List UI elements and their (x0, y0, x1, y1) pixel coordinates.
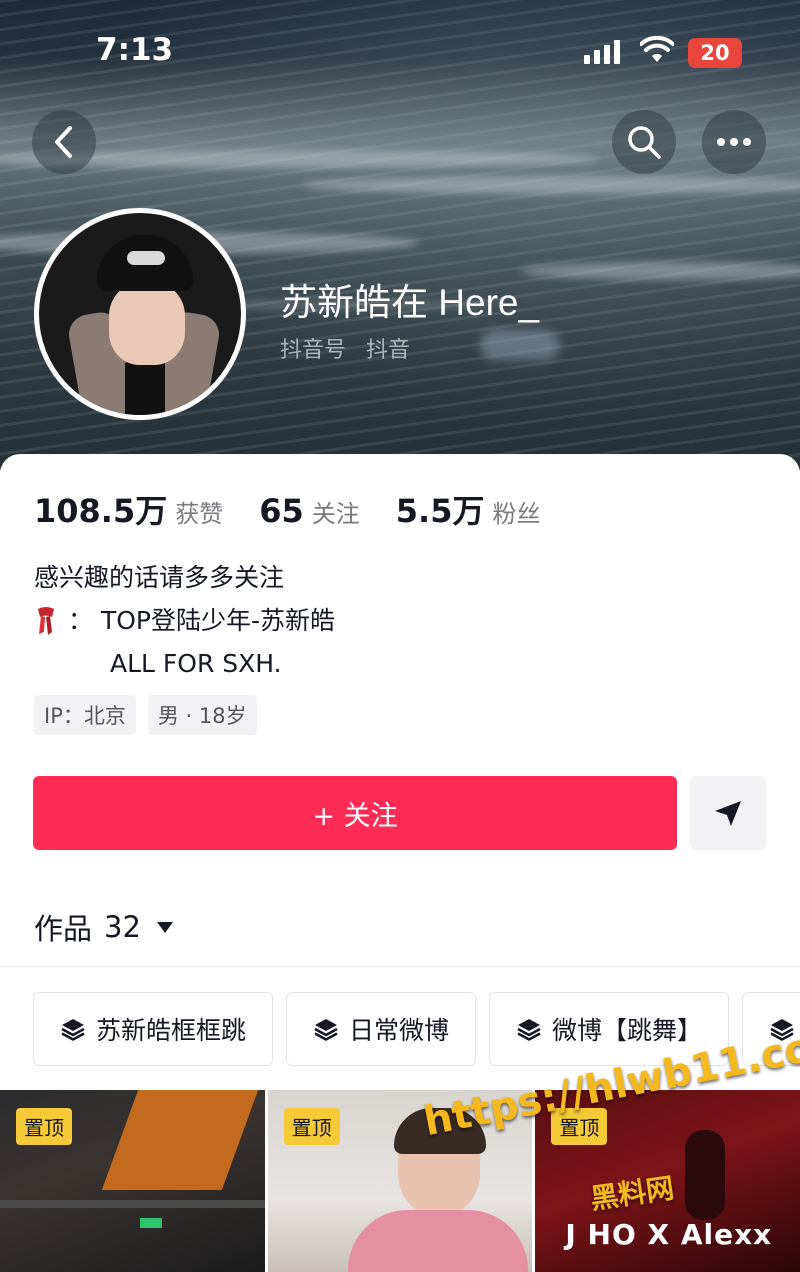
battery-indicator: 20 (688, 38, 742, 68)
chevron-left-icon (55, 126, 72, 158)
share-button[interactable] (690, 776, 766, 850)
douyin-id-label: 抖音号 (280, 338, 347, 363)
bio-line: 感兴趣的话请多多关注 (34, 563, 285, 592)
more-button[interactable] (702, 110, 766, 174)
more-dots-icon (717, 138, 751, 146)
bio-line: ALL FOR SXH. (110, 649, 282, 678)
works-count: 32 (104, 910, 141, 944)
profile-tags: IP：北京 男 · 18岁 (34, 695, 257, 735)
video-thumbnail[interactable]: 置顶 (0, 1090, 265, 1272)
douyin-id-value[interactable]: 抖音 (366, 332, 410, 364)
status-time: 7:13 (96, 32, 174, 68)
likes-label: 获赞 (175, 500, 224, 528)
likes-count: 108.5万 (34, 492, 168, 530)
profile-name: 苏新皓在 Here_ (280, 282, 540, 323)
works-tab[interactable]: 作品 32 (34, 906, 173, 948)
divider (0, 966, 800, 967)
layers-icon (517, 1019, 541, 1041)
pinned-badge: 置顶 (283, 1108, 340, 1145)
follow-button[interactable]: + 关注 (33, 776, 677, 850)
video-overlay-text: J HO X Alexx (565, 1218, 773, 1251)
id-blur-mask (480, 330, 560, 360)
scarf-emoji-icon (38, 606, 54, 635)
followers-count[interactable]: 5.5万 (396, 486, 485, 532)
search-icon (628, 126, 661, 159)
works-label: 作品 (34, 912, 93, 946)
pinned-badge: 置顶 (16, 1108, 72, 1145)
send-icon (715, 801, 741, 826)
collection-chip[interactable]: 苏新皓框框跳 (33, 992, 274, 1066)
followers-label[interactable]: 粉丝 (492, 494, 540, 529)
douyin-id: 抖音号 抖音 (280, 332, 410, 364)
bio-line: ： TOP登陆少年-苏新皓 (34, 599, 335, 642)
ip-tag: IP：北京 (34, 695, 136, 735)
layers-icon (314, 1019, 338, 1041)
stats-row: 108.5万 获赞 65 关注 5.5万 粉丝 (34, 486, 576, 532)
following-label[interactable]: 关注 (312, 494, 360, 529)
following-count[interactable]: 65 (259, 492, 304, 530)
bio: 感兴趣的话请多多关注 ： TOP登陆少年-苏新皓 ALL FOR SXH. (34, 556, 335, 685)
wifi-icon (640, 36, 674, 62)
avatar[interactable] (34, 208, 246, 420)
collection-chip[interactable]: 日常微博 (286, 992, 477, 1066)
caret-down-icon (156, 921, 173, 933)
layers-icon (61, 1019, 85, 1041)
search-button[interactable] (612, 110, 676, 174)
video-grid: 置顶 置顶 置顶 J HO X Alexx (0, 1090, 800, 1272)
back-button[interactable] (32, 110, 96, 174)
signal-icon (584, 40, 620, 64)
gender-age-tag: 男 · 18岁 (147, 695, 257, 735)
